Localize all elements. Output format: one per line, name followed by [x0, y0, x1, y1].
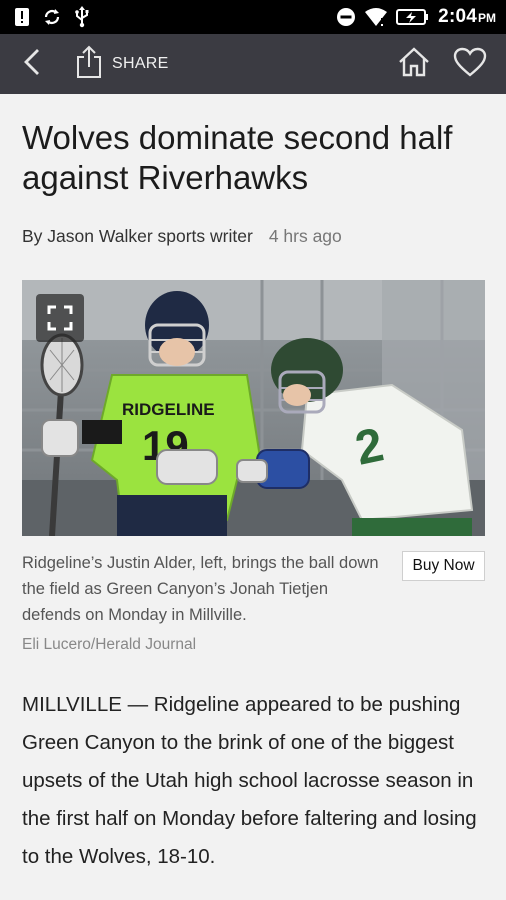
app-bar: SHARE: [0, 34, 506, 94]
publish-time: 4 hrs ago: [268, 226, 342, 246]
back-button[interactable]: [6, 34, 58, 94]
share-icon: [76, 45, 102, 84]
status-bar: 2:04PM: [0, 0, 506, 34]
battery-charging-icon: [396, 8, 430, 26]
app-bar-actions: [392, 42, 492, 86]
status-time-ampm: PM: [478, 11, 496, 25]
article-byline: By Jason Walker sports writer 4 hrs ago: [22, 226, 342, 247]
home-button[interactable]: [392, 42, 436, 86]
article-body: MILLVILLE — Ridgeline appeared to be pus…: [22, 693, 477, 868]
expand-photo-button[interactable]: [36, 294, 84, 342]
article-content[interactable]: Wolves dominate second half against Rive…: [0, 94, 506, 900]
chevron-left-icon: [22, 47, 42, 82]
photo-credit: Eli Lucero/Herald Journal: [22, 636, 197, 653]
wifi-icon: [364, 7, 388, 27]
favorite-button[interactable]: [448, 42, 492, 86]
heart-icon: [453, 47, 487, 82]
usb-icon: [74, 6, 90, 28]
do-not-disturb-icon: [336, 7, 356, 27]
status-time-value: 2:04: [438, 6, 477, 27]
status-left-icons: [14, 6, 90, 28]
lacrosse-photo-image: RIDGELINE 19 2: [22, 280, 485, 536]
photo-caption: Ridgeline’s Justin Alder, left, brings t…: [22, 554, 379, 624]
alert-icon: [14, 7, 30, 27]
author-name: By Jason Walker sports writer: [22, 226, 253, 246]
sync-icon: [42, 7, 62, 27]
share-button[interactable]: SHARE: [76, 34, 169, 94]
status-time: 2:04PM: [438, 6, 496, 28]
fullscreen-icon: [47, 305, 73, 331]
status-right-icons: 2:04PM: [336, 6, 496, 28]
article-headline: Wolves dominate second half against Rive…: [22, 119, 453, 196]
buy-now-button[interactable]: Buy Now: [402, 551, 485, 581]
share-label: SHARE: [112, 55, 169, 72]
home-icon: [398, 46, 430, 82]
jersey-left-text: RIDGELINE: [122, 400, 215, 419]
article-photo[interactable]: RIDGELINE 19 2: [22, 280, 485, 536]
